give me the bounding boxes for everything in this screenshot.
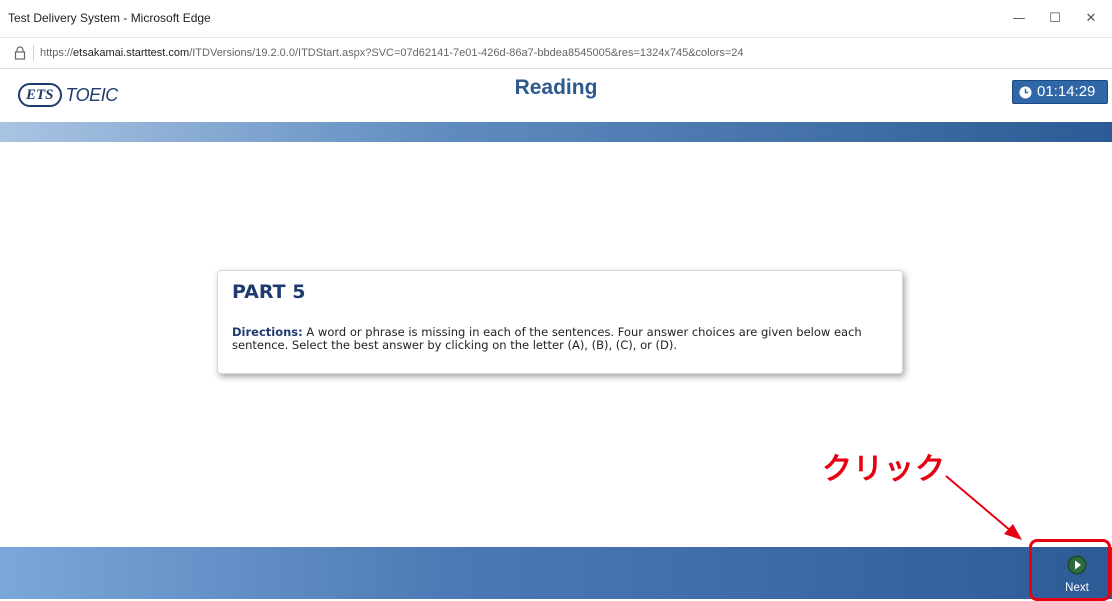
app-header: ETS TOEIC Reading 01:14:29 xyxy=(0,70,1112,120)
minimize-button[interactable]: — xyxy=(1007,8,1031,30)
section-title: Reading xyxy=(514,76,598,99)
window-titlebar: Test Delivery System - Microsoft Edge — … xyxy=(0,0,1112,38)
next-button[interactable]: Next xyxy=(1033,549,1108,596)
address-bar[interactable]: https://etsakamai.starttest.com/ITDVersi… xyxy=(0,39,1112,69)
part-card: PART 5 Directions: A word or phrase is m… xyxy=(217,270,903,374)
play-arrow-icon xyxy=(1067,555,1087,575)
click-annotation-label: クリック xyxy=(822,452,946,487)
part-title: PART 5 xyxy=(232,281,306,303)
url-prefix: https:// xyxy=(40,47,74,59)
url-host: etsakamai.starttest.com xyxy=(73,47,190,59)
clock-icon xyxy=(1019,86,1032,99)
timer: 01:14:29 xyxy=(1012,80,1108,104)
url-path: /ITDVersions/19.2.0.0/ITDStart.aspx?SVC=… xyxy=(189,47,744,59)
header-band xyxy=(0,122,1112,142)
lock-icon xyxy=(14,46,26,60)
next-label: Next xyxy=(1065,582,1089,594)
close-button[interactable]: ✕ xyxy=(1079,8,1103,30)
footer-band: Next xyxy=(0,547,1112,599)
maximize-button[interactable]: ☐ xyxy=(1043,8,1067,30)
directions-lead: Directions: xyxy=(232,325,303,339)
directions-body: A word or phrase is missing in each of t… xyxy=(232,325,862,352)
timer-value: 01:14:29 xyxy=(1037,83,1096,100)
directions-text: Directions: A word or phrase is missing … xyxy=(232,326,902,352)
window-title: Test Delivery System - Microsoft Edge xyxy=(8,11,211,25)
url-text[interactable]: https://etsakamai.starttest.com/ITDVersi… xyxy=(40,47,744,59)
address-separator xyxy=(33,45,34,61)
